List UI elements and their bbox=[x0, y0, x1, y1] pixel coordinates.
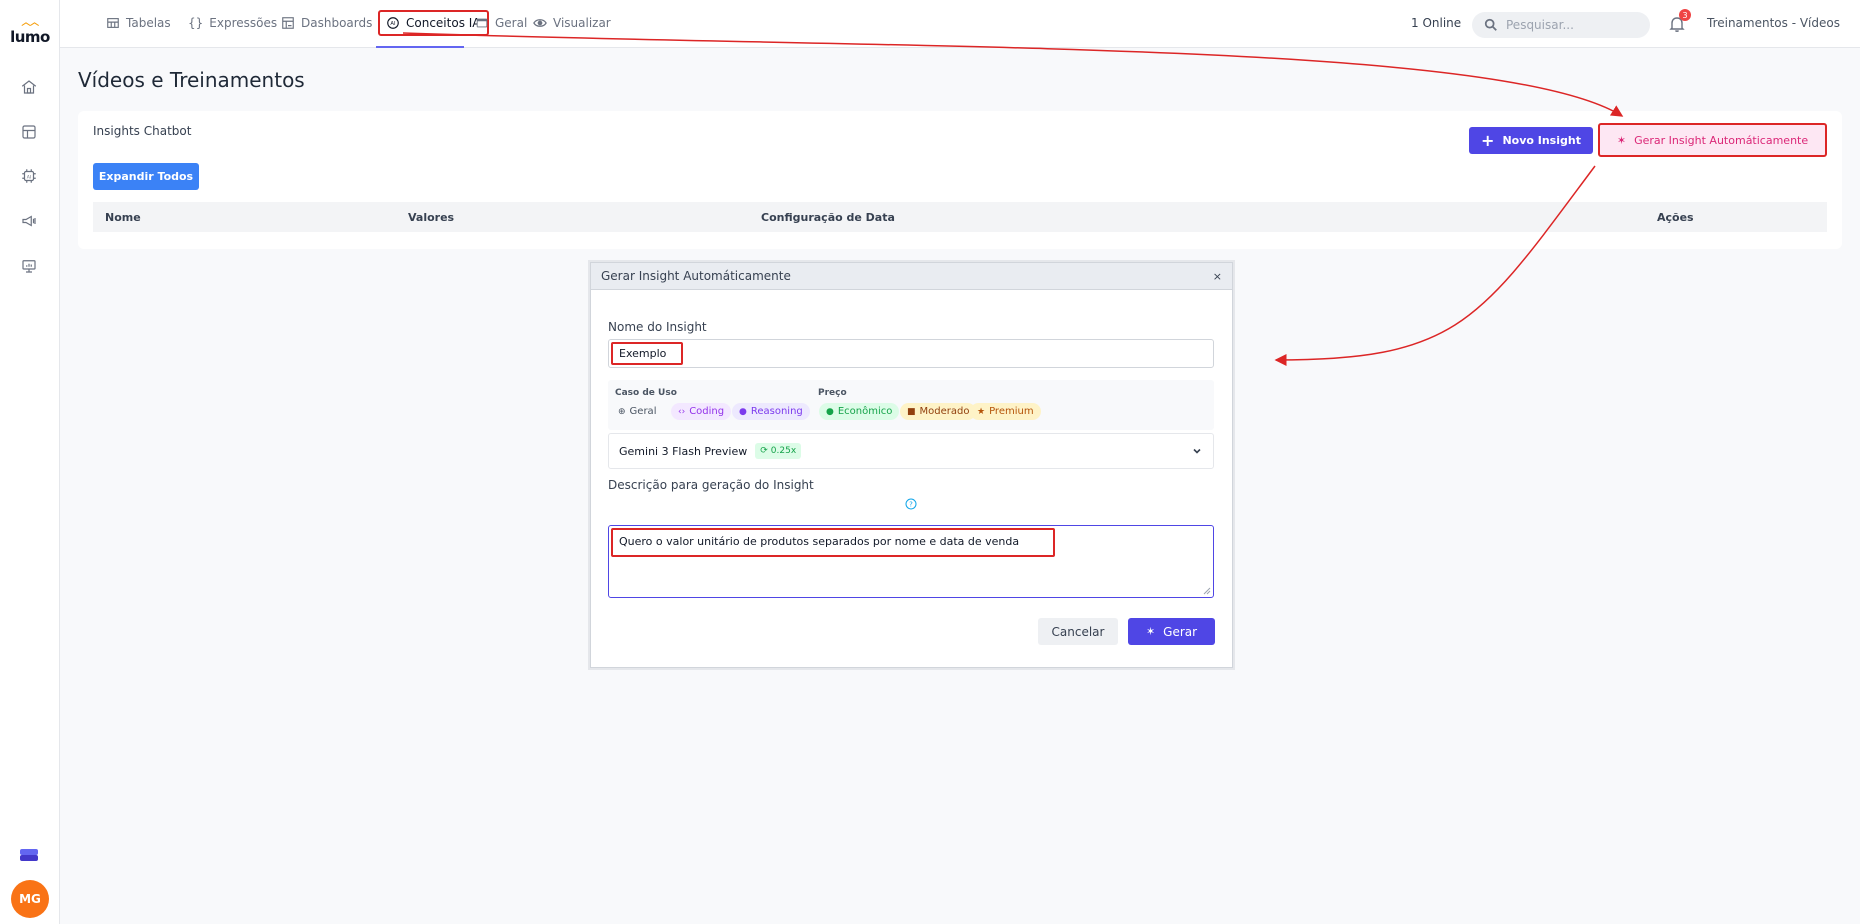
braces-icon: {} bbox=[188, 16, 204, 30]
code-icon: ‹› bbox=[678, 406, 686, 417]
page-title: Vídeos e Treinamentos bbox=[78, 68, 305, 92]
column-header-valores[interactable]: Valores bbox=[408, 211, 454, 224]
active-tab-indicator bbox=[376, 46, 464, 48]
description-text[interactable]: Quero o valor unitário de produtos separ… bbox=[611, 528, 1055, 557]
svg-text:AI: AI bbox=[390, 21, 396, 27]
description-label: Descrição para geração do Insight bbox=[608, 478, 814, 492]
cost-icon: ⟳ bbox=[760, 446, 768, 456]
column-header-acoes: Ações bbox=[1657, 211, 1694, 224]
chip-moderado[interactable]: ■ Moderado bbox=[900, 403, 977, 420]
nav-dashboards[interactable]: Dashboards bbox=[275, 12, 378, 34]
sidebar: ︿︿ lumo AI MG bbox=[0, 0, 60, 924]
modal-title: Gerar Insight Automáticamente bbox=[601, 269, 791, 283]
user-avatar[interactable]: MG bbox=[11, 880, 49, 918]
chip-coding[interactable]: ‹› Coding bbox=[671, 403, 732, 420]
chip-reasoning[interactable]: ● Reasoning bbox=[732, 403, 810, 420]
ai-chip-icon[interactable]: AI bbox=[18, 165, 40, 187]
online-count: 1 Online bbox=[1411, 16, 1462, 30]
card-title: Insights Chatbot bbox=[93, 124, 192, 138]
resize-handle-icon[interactable] bbox=[1203, 587, 1211, 595]
nav-tabelas[interactable]: Tabelas bbox=[100, 12, 177, 34]
search-box[interactable] bbox=[1472, 12, 1650, 38]
notification-badge: 3 bbox=[1679, 9, 1691, 21]
insight-name-input[interactable] bbox=[611, 342, 683, 365]
logo-mark-icon: ︿︿ bbox=[21, 18, 39, 28]
chip-economico[interactable]: ● Econômico bbox=[819, 403, 900, 420]
help-icon[interactable]: ? bbox=[905, 498, 917, 510]
megaphone-icon[interactable] bbox=[18, 210, 40, 232]
close-icon[interactable]: × bbox=[1213, 270, 1222, 283]
search-icon bbox=[1484, 18, 1497, 31]
description-textarea[interactable]: Quero o valor unitário de produtos separ… bbox=[608, 525, 1214, 598]
new-insight-button[interactable]: + Novo Insight bbox=[1469, 127, 1593, 154]
nav-geral[interactable]: Geral bbox=[469, 12, 533, 34]
price-title: Preço bbox=[818, 388, 847, 398]
model-select[interactable]: Gemini 3 Flash Preview ⟳ 0.25x bbox=[608, 433, 1214, 469]
column-header-nome[interactable]: Nome bbox=[105, 211, 141, 224]
search-input[interactable] bbox=[1506, 18, 1636, 32]
stack-layers-icon[interactable] bbox=[18, 847, 40, 863]
model-filters: Caso de Uso Preço ⊕ Geral ‹› Coding ● Re… bbox=[608, 380, 1214, 430]
model-multiplier-badge: ⟳ 0.25x bbox=[755, 443, 802, 459]
nav-expressoes[interactable]: {} Expressões bbox=[182, 12, 283, 34]
workspace-name[interactable]: Treinamentos - Vídeos bbox=[1707, 16, 1840, 30]
sparkle-icon: ✶ bbox=[1616, 133, 1627, 147]
expand-all-button[interactable]: Expandir Todos bbox=[93, 163, 199, 190]
insight-name-label: Nome do Insight bbox=[608, 320, 707, 334]
auto-insight-modal: Gerar Insight Automáticamente × Nome do … bbox=[590, 262, 1233, 668]
star-icon: ★ bbox=[977, 406, 986, 417]
globe-icon: ⊕ bbox=[618, 406, 626, 417]
dashboard-icon bbox=[282, 17, 294, 29]
table-grid-icon[interactable] bbox=[18, 121, 40, 143]
plus-icon: + bbox=[1481, 130, 1495, 150]
ai-circle-icon: AI bbox=[387, 17, 399, 29]
chip-geral[interactable]: ⊕ Geral bbox=[611, 403, 663, 420]
column-header-configuracao-data[interactable]: Configuração de Data bbox=[761, 211, 895, 224]
leaf-icon: ● bbox=[826, 406, 834, 417]
generate-button[interactable]: ✶ Gerar bbox=[1128, 618, 1215, 645]
svg-text:?: ? bbox=[909, 501, 913, 509]
use-case-title: Caso de Uso bbox=[615, 388, 677, 398]
sparkle-icon: ✶ bbox=[1145, 625, 1156, 638]
table-header: Nome Valores Configuração de Data Ações bbox=[93, 202, 1827, 232]
table-icon bbox=[107, 18, 119, 28]
lumo-logo[interactable]: ︿︿ lumo bbox=[8, 18, 52, 46]
insights-card: Insights Chatbot Expandir Todos + Novo I… bbox=[78, 111, 1842, 249]
top-bar: Tabelas {} Expressões Dashboards AI Conc… bbox=[60, 0, 1860, 48]
auto-insight-button[interactable]: ✶ Gerar Insight Automáticamente bbox=[1598, 123, 1827, 157]
home-icon[interactable] bbox=[18, 76, 40, 98]
presentation-icon[interactable] bbox=[18, 255, 40, 277]
scale-icon: ■ bbox=[907, 406, 916, 417]
chevron-down-icon[interactable] bbox=[1191, 445, 1203, 457]
model-name: Gemini 3 Flash Preview bbox=[619, 444, 748, 458]
svg-text:AI: AI bbox=[27, 174, 31, 180]
insight-name-field[interactable] bbox=[608, 339, 1214, 368]
chip-premium[interactable]: ★ Premium bbox=[970, 403, 1041, 420]
window-icon bbox=[476, 18, 488, 28]
cancel-button[interactable]: Cancelar bbox=[1038, 618, 1118, 645]
nav-visualizar[interactable]: Visualizar bbox=[527, 12, 617, 34]
brain-icon: ● bbox=[739, 406, 747, 417]
modal-header: Gerar Insight Automáticamente bbox=[591, 263, 1232, 290]
eye-icon bbox=[533, 19, 547, 27]
